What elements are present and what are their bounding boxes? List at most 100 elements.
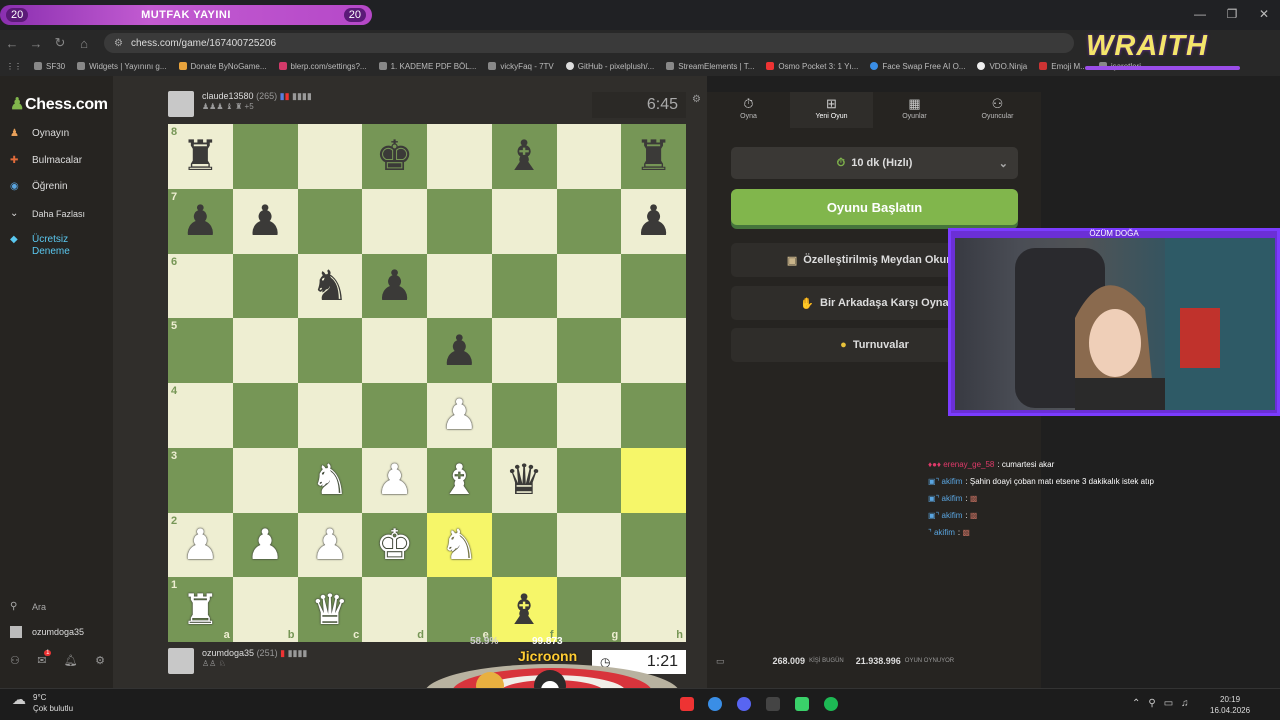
- square-c1[interactable]: c ♛: [297, 577, 363, 642]
- square-g1[interactable]: g: [556, 577, 622, 642]
- apps-icon[interactable]: ⋮⋮: [6, 62, 22, 71]
- square-g4[interactable]: [556, 383, 622, 448]
- white-queen-icon[interactable]: ♛: [311, 588, 349, 631]
- square-c2[interactable]: ♟: [297, 512, 363, 578]
- square-g6[interactable]: [556, 253, 622, 319]
- square-f7[interactable]: [491, 188, 557, 254]
- square-a7[interactable]: 7 ♟: [168, 188, 233, 254]
- youtube-icon[interactable]: [680, 697, 694, 711]
- square-e8[interactable]: [427, 124, 492, 189]
- black-bishop-icon[interactable]: ♝: [505, 135, 543, 177]
- mail-icon[interactable]: ✉ 1: [37, 650, 52, 667]
- square-b5[interactable]: [232, 318, 298, 383]
- start-game-button[interactable]: Oyunu Başlatın: [731, 189, 1018, 225]
- black-pawn-icon[interactable]: ♟: [376, 264, 414, 307]
- sidebar-profile[interactable]: ozumdoga35: [10, 626, 84, 638]
- square-f8[interactable]: ♝: [491, 124, 557, 189]
- tab-new-game[interactable]: ⊞ Yeni Oyun: [790, 92, 873, 128]
- square-h5[interactable]: [621, 318, 686, 383]
- settings-icon[interactable]: ⚙: [692, 94, 701, 105]
- white-rook-icon[interactable]: ♜: [182, 588, 220, 631]
- square-b6[interactable]: [232, 253, 298, 319]
- square-a1[interactable]: 1 a ♜: [168, 577, 233, 642]
- square-b7[interactable]: ♟: [232, 188, 298, 254]
- square-c7[interactable]: [297, 188, 363, 254]
- square-a2[interactable]: 2 ♟: [168, 512, 233, 578]
- square-b2[interactable]: ♟: [232, 512, 298, 578]
- square-a4[interactable]: 4: [168, 383, 233, 448]
- black-queen-icon[interactable]: ♛: [505, 459, 543, 501]
- sidebar-item-free-trial[interactable]: ◆ Ücretsiz Deneme: [10, 234, 92, 258]
- sidebar-item-puzzles[interactable]: ✚ Bulmacalar: [10, 155, 82, 166]
- sidebar-search[interactable]: ⚲ Ara: [10, 601, 46, 612]
- square-c4[interactable]: [297, 383, 363, 448]
- square-b3[interactable]: [232, 447, 298, 513]
- close-icon[interactable]: ✕: [1248, 0, 1280, 30]
- tab-games[interactable]: ▦ Oyunlar: [873, 92, 956, 128]
- black-pawn-icon[interactable]: ♟: [635, 200, 673, 242]
- bookmark-item[interactable]: vickyFaq - 7TV: [488, 62, 554, 71]
- white-pawn-icon[interactable]: ♟: [311, 523, 349, 566]
- square-f4[interactable]: [491, 383, 557, 448]
- back-icon[interactable]: ←: [0, 36, 24, 51]
- weather-widget[interactable]: ☁ 9°C Çok bulutlu: [8, 692, 73, 714]
- white-king-icon[interactable]: ♚: [376, 523, 414, 566]
- black-knight-icon[interactable]: ♞: [311, 264, 349, 307]
- bookmark-item[interactable]: Osmo Pocket 3: 1 Yı...: [766, 62, 858, 71]
- square-f5[interactable]: [491, 318, 557, 383]
- bookmark-item[interactable]: blerp.com/settings?...: [278, 62, 367, 71]
- sidebar-item-learn[interactable]: ◉ Öğrenin: [10, 181, 68, 192]
- bookmark-item[interactable]: Donate ByNoGame...: [178, 62, 267, 71]
- square-c6[interactable]: ♞: [297, 253, 363, 319]
- square-g3[interactable]: [556, 447, 622, 513]
- black-pawn-icon[interactable]: ♟: [441, 329, 479, 372]
- top-player-avatar[interactable]: [168, 91, 194, 117]
- address-bar[interactable]: ⚙ chess.com/game/167400725206: [104, 33, 1074, 53]
- square-f2[interactable]: [491, 512, 557, 578]
- chrome-icon[interactable]: [708, 697, 722, 711]
- bottom-player-avatar[interactable]: [168, 648, 194, 674]
- bookmark-item[interactable]: Widgets | Yayınını g...: [77, 62, 167, 71]
- white-bishop-icon[interactable]: ♝: [441, 459, 479, 501]
- bookmark-item[interactable]: Face Swap Free AI O...: [870, 62, 965, 71]
- bookmark-item[interactable]: SF30: [34, 62, 65, 71]
- time-control-select[interactable]: ⏱︎ 10 dk (Hızlı) ⌄: [731, 147, 1018, 179]
- system-clock[interactable]: 20:19 16.04.2026: [1210, 694, 1250, 716]
- square-d7[interactable]: [362, 188, 427, 254]
- home-icon[interactable]: ⌂: [72, 36, 96, 51]
- bookmark-item[interactable]: 1. KADEME PDF BÖL...: [378, 62, 476, 71]
- tray-icons[interactable]: ⌃⚲▭♫: [1132, 698, 1197, 709]
- square-f1[interactable]: f ♝: [491, 577, 557, 642]
- square-f3[interactable]: ♛: [491, 447, 557, 513]
- chess-logo[interactable]: ♟Chess.com: [10, 94, 108, 114]
- tab-players[interactable]: ⚇ Oyuncular: [956, 92, 1039, 128]
- square-d2[interactable]: ♚: [362, 512, 427, 578]
- square-h8[interactable]: ♜: [621, 124, 686, 189]
- white-pawn-icon[interactable]: ♟: [441, 394, 479, 436]
- top-player-name[interactable]: claude13580: [202, 91, 254, 101]
- app-icon[interactable]: [766, 697, 780, 711]
- square-a3[interactable]: 3: [168, 447, 233, 513]
- square-d6[interactable]: ♟: [362, 253, 427, 319]
- square-d4[interactable]: [362, 383, 427, 448]
- white-knight-icon[interactable]: ♞: [311, 459, 349, 501]
- square-d5[interactable]: [362, 318, 427, 383]
- square-e3[interactable]: ♝: [427, 447, 492, 513]
- sidebar-item-play[interactable]: ♟ Oynayın: [10, 128, 69, 139]
- black-bishop-icon[interactable]: ♝: [505, 588, 543, 631]
- site-info-icon[interactable]: ⚙: [114, 38, 123, 49]
- square-h2[interactable]: [621, 512, 686, 578]
- square-e1[interactable]: e: [427, 577, 492, 642]
- white-knight-icon[interactable]: ♞: [441, 523, 479, 566]
- bookmark-item[interactable]: StreamElements | T...: [666, 62, 754, 71]
- black-pawn-icon[interactable]: ♟: [246, 200, 284, 242]
- reload-icon[interactable]: ↻: [48, 35, 72, 51]
- chess-board[interactable]: 8 ♜ ♚ ♝ ♜ 7 ♟ ♟ ♟ 6 ♞ ♟ 5 ♟ 4 ♟ 3 ♞ ♟ ♝ ♛ 2 ♟ ♟ ♟ ♚ ♞ 1 a ♜ b c ♛ d e f ♝ g h: [168, 124, 686, 642]
- bookmark-item[interactable]: Emoji M...: [1039, 62, 1087, 71]
- square-g8[interactable]: [556, 124, 622, 189]
- friends-icon[interactable]: ⚇: [10, 654, 20, 667]
- square-a5[interactable]: 5: [168, 318, 233, 383]
- discord-icon[interactable]: [737, 697, 751, 711]
- square-a8[interactable]: 8 ♜: [168, 124, 233, 189]
- square-f6[interactable]: [491, 253, 557, 319]
